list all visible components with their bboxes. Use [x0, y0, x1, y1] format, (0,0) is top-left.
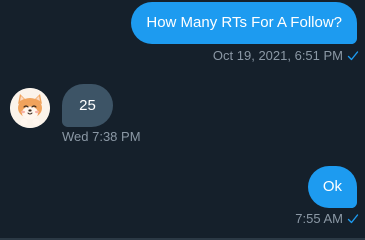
message-text: Ok: [322, 178, 342, 195]
message-timestamp: Wed 7:38 PM: [62, 129, 141, 144]
message-meta: Oct 19, 2021, 6:51 PM: [213, 48, 359, 64]
message-meta: Wed 7:38 PM: [62, 129, 141, 145]
message-timestamp: 7:55 AM: [295, 211, 343, 226]
avatar[interactable]: [10, 88, 50, 128]
message-timestamp: Oct 19, 2021, 6:51 PM: [212, 48, 343, 63]
message-meta: 7:55 AM: [295, 211, 359, 227]
message-text: 25: [79, 97, 96, 114]
check-icon: [347, 51, 359, 61]
sent-message-bubble[interactable]: How Many RTs For A Follow?: [131, 2, 357, 44]
received-message-bubble[interactable]: 25: [62, 84, 113, 127]
message-text: How Many RTs For A Follow?: [146, 14, 342, 31]
sent-message-bubble[interactable]: Ok: [307, 166, 357, 208]
check-icon: [347, 214, 359, 224]
shiba-dog-avatar-icon: [10, 88, 50, 128]
